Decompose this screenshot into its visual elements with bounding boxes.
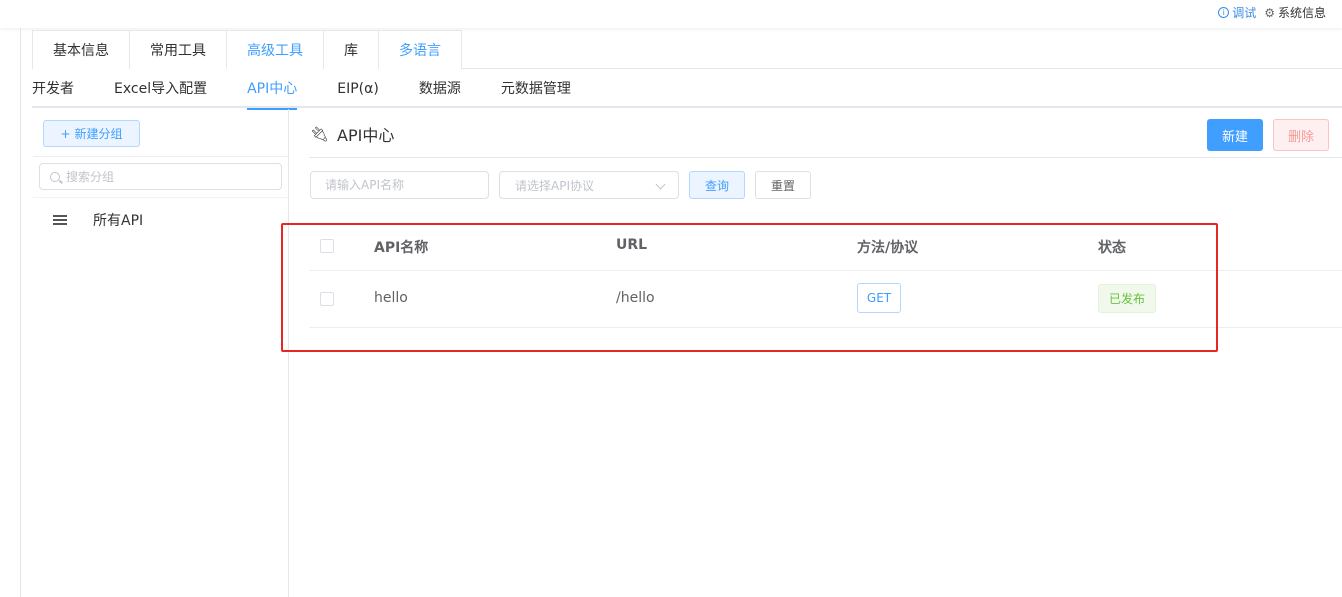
tab-common-tools[interactable]: 常用工具 — [129, 30, 227, 69]
select-all-checkbox[interactable] — [320, 239, 334, 253]
chevron-down-icon — [655, 179, 666, 190]
table-header: API名称 URL 方法/协议 状态 — [309, 222, 1342, 271]
tab-advanced-tools[interactable]: 高级工具 — [226, 30, 324, 69]
table-row[interactable]: hello /hello GET 已发布 — [309, 271, 1342, 328]
debug-label: 调试 — [1232, 6, 1257, 20]
left-divider — [20, 28, 21, 597]
menu-icon — [53, 215, 67, 225]
divider — [309, 157, 1342, 158]
tab-basic-info[interactable]: 基本信息 — [32, 30, 130, 69]
subtab-api-center[interactable]: API中心 — [247, 70, 298, 110]
new-group-button[interactable]: + 新建分组 — [43, 120, 140, 147]
api-protocol-select[interactable]: 请选择API协议 — [499, 171, 679, 199]
subtab-developer[interactable]: 开发者 — [32, 70, 74, 108]
status-badge: 已发布 — [1098, 284, 1156, 313]
plus-icon: + — [60, 126, 71, 141]
api-name-cell: hello — [374, 290, 408, 306]
reset-button[interactable]: 重置 — [755, 171, 811, 199]
column-header-method[interactable]: 方法/协议 — [857, 237, 918, 257]
subtab-datasource[interactable]: 数据源 — [419, 70, 461, 108]
api-name-input[interactable] — [310, 171, 489, 199]
topbar-actions: i 调试 ⚙ 系统信息 — [1218, 4, 1326, 21]
info-icon: i — [1218, 7, 1230, 18]
sub-tabs: 开发者 Excel导入配置 API中心 EIP(α) 数据源 元数据管理 — [32, 70, 1342, 110]
plug-icon: 🔌︎ — [310, 125, 330, 143]
debug-link[interactable]: i 调试 — [1218, 4, 1256, 21]
tab-multilanguage[interactable]: 多语言 — [378, 30, 462, 69]
page-title-text: API中心 — [337, 126, 395, 145]
all-api-label: 所有API — [93, 213, 144, 229]
main-tabs: 基本信息 常用工具 高级工具 库 多语言 — [32, 30, 1342, 69]
subtab-excel-import[interactable]: Excel导入配置 — [114, 70, 207, 108]
api-protocol-placeholder: 请选择API协议 — [515, 178, 594, 193]
group-sidebar: + 新建分组 所有API — [33, 109, 289, 597]
row-checkbox[interactable] — [320, 292, 334, 306]
tab-library[interactable]: 库 — [323, 30, 379, 69]
delete-api-button[interactable]: 删除 — [1273, 119, 1329, 151]
system-info-link[interactable]: ⚙ 系统信息 — [1264, 4, 1326, 21]
divider — [33, 197, 288, 198]
api-table: API名称 URL 方法/协议 状态 hello /hello GET 已发布 — [309, 222, 1342, 328]
new-api-button[interactable]: 新建 — [1207, 119, 1263, 151]
gear-icon: ⚙ — [1264, 5, 1275, 20]
group-search-input[interactable] — [66, 169, 266, 184]
column-header-status[interactable]: 状态 — [1098, 237, 1126, 257]
top-bar: i 调试 ⚙ 系统信息 — [0, 0, 1342, 28]
search-icon — [50, 171, 60, 182]
query-button[interactable]: 查询 — [689, 171, 745, 199]
api-url-cell: /hello — [616, 290, 655, 306]
column-header-name[interactable]: API名称 — [374, 237, 428, 257]
new-group-label: 新建分组 — [74, 127, 123, 141]
column-header-url[interactable]: URL — [616, 237, 647, 253]
subtab-metadata[interactable]: 元数据管理 — [501, 70, 571, 108]
method-tag: GET — [857, 283, 901, 313]
sidebar-item-all-api[interactable]: 所有API — [33, 205, 288, 235]
system-info-label: 系统信息 — [1277, 6, 1326, 20]
page-title: 🔌︎ API中心 — [310, 122, 394, 146]
divider — [33, 156, 288, 157]
group-search-box — [39, 163, 282, 190]
subtab-eip[interactable]: EIP(α) — [337, 70, 379, 108]
